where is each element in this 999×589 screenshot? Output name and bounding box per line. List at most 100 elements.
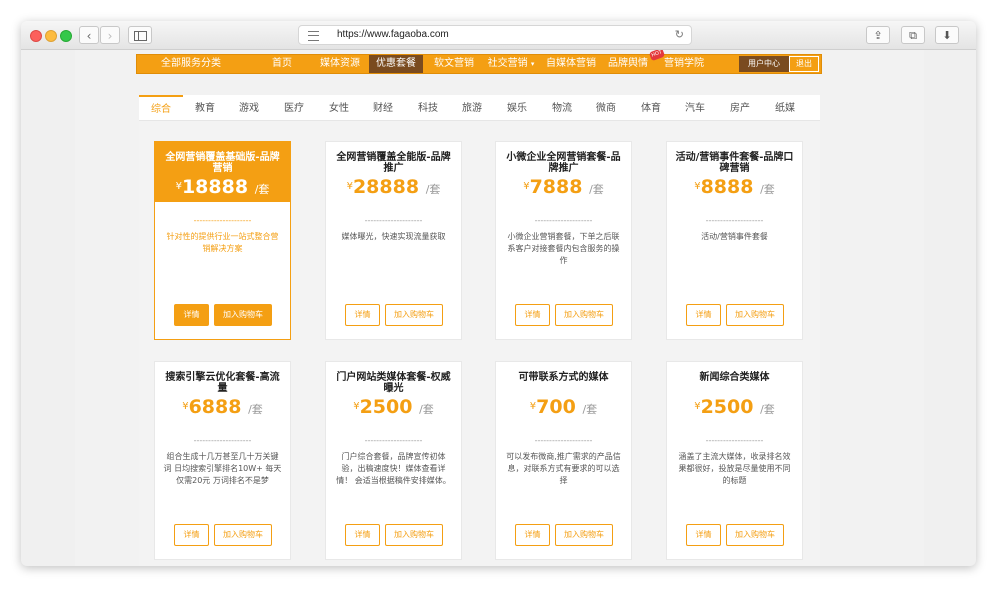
divider: -------------------- [534,436,593,445]
nav-item-home[interactable]: 首页 [267,55,297,73]
nav-item-brand-opinion[interactable]: 品牌舆情 [603,55,653,73]
site-nav: 全部服务分类 首页 媒体资源 优惠套餐 软文营销 社交营销 ▾ 自媒体营销 品牌… [136,50,822,74]
tab-tech[interactable]: 科技 [408,95,448,120]
tabs-icon: ⧉ [909,29,917,42]
package-title: 全网营销覆盖全能版-品牌推广 [336,152,451,174]
add-to-cart-button[interactable]: 加入购物车 [555,304,613,326]
nav-item-social-label: 社交营销 [487,58,528,69]
price-value: 700 [536,396,576,418]
add-to-cart-button[interactable]: 加入购物车 [726,304,784,326]
tab-education[interactable]: 教育 [185,95,225,120]
nav-item-academy[interactable]: 营销学院 [659,55,709,73]
tab-real-estate[interactable]: 房产 [720,95,760,120]
divider: -------------------- [193,216,252,225]
package-title: 新闻综合类媒体 [699,372,770,383]
package-title: 搜索引擎云优化套餐-高流量 [165,372,280,394]
reload-icon[interactable]: ↻ [675,26,684,44]
forward-button[interactable]: › [100,26,120,44]
package-price: ¥2500 /套 [326,396,461,421]
chevron-right-icon: › [107,29,113,43]
package-description: 活动/营销事件套餐 [701,232,768,241]
sidebar-toggle-button[interactable] [128,26,152,44]
price-value: 2500 [700,396,754,418]
reader-icon[interactable] [308,31,319,41]
tab-general[interactable]: 综合 [139,95,183,120]
zoom-window-button[interactable] [60,30,72,42]
tab-finance[interactable]: 财经 [363,95,403,120]
detail-button[interactable]: 详情 [174,524,209,546]
close-window-button[interactable] [30,30,42,42]
detail-button[interactable]: 详情 [686,304,721,326]
divider: -------------------- [364,436,423,445]
price-unit: /套 [760,183,775,196]
add-to-cart-button[interactable]: 加入购物车 [555,524,613,546]
downloads-button[interactable]: ⬇ [935,26,959,44]
tab-logistics[interactable]: 物流 [542,95,582,120]
add-to-cart-button[interactable]: 加入购物车 [214,524,272,546]
tab-print-media[interactable]: 纸媒 [765,95,805,120]
user-center-button[interactable]: 用户中心 [739,56,789,72]
sidebar-icon [133,31,147,41]
divider: -------------------- [364,216,423,225]
nav-item-self-media[interactable]: 自媒体营销 [540,55,602,73]
price-unit: /套 [419,403,434,416]
tab-entertainment[interactable]: 娱乐 [497,95,537,120]
package-price: ¥8888 /套 [667,176,802,201]
package-title: 全网营销覆盖基础版-品牌营销 [165,152,280,174]
package-card[interactable]: 新闻综合类媒体 ¥2500 /套 -------------------- 涵盖… [666,361,803,560]
package-card[interactable]: 小微企业全网营销套餐-品牌推广 ¥7888 /套 ---------------… [495,141,632,340]
address-bar[interactable]: https://www.fagaoba.com ↻ [298,25,692,45]
tab-women[interactable]: 女性 [319,95,359,120]
package-card[interactable]: 门户网站类媒体套餐-权威曝光 ¥2500 /套 ----------------… [325,361,462,560]
nav-item-soft-article[interactable]: 软文营销 [429,55,479,73]
price-value: 7888 [529,176,583,198]
price-unit: /套 [248,403,263,416]
package-price: ¥2500 /套 [667,396,802,421]
add-to-cart-button[interactable]: 加入购物车 [726,524,784,546]
package-price: ¥18888 /套 [155,176,290,201]
detail-button[interactable]: 详情 [515,304,550,326]
all-services-menu[interactable]: 全部服务分类 [161,55,221,73]
nav-item-social[interactable]: 社交营销 ▾ [483,55,539,73]
tab-games[interactable]: 游戏 [229,95,269,120]
back-button[interactable]: ‹ [79,26,99,44]
package-card[interactable]: 全网营销覆盖全能版-品牌推广 ¥28888 /套 ---------------… [325,141,462,340]
package-title: 可带联系方式的媒体 [518,372,609,383]
browser-toolbar: ‹ › https://www.fagaoba.com ↻ ⇪ ⧉ ⬇ [21,21,976,50]
package-card[interactable]: 可带联系方式的媒体 ¥700 /套 -------------------- 可… [495,361,632,560]
tab-wechat-commerce[interactable]: 微商 [586,95,626,120]
price-unit: /套 [254,183,270,196]
nav-item-packages[interactable]: 优惠套餐 [369,55,423,73]
package-card[interactable]: 全网营销覆盖基础版-品牌营销 ¥18888 /套 ---------------… [154,141,291,340]
category-tabs: 综合 教育 游戏 医疗 女性 财经 科技 旅游 娱乐 物流 微商 体育 汽车 房… [139,95,820,121]
minimize-window-button[interactable] [45,30,57,42]
detail-button[interactable]: 详情 [686,524,721,546]
divider: -------------------- [705,436,764,445]
browser-window: ‹ › https://www.fagaoba.com ↻ ⇪ ⧉ ⬇ 全部服务… [21,21,976,566]
tab-sports[interactable]: 体育 [631,95,671,120]
tab-travel[interactable]: 旅游 [452,95,492,120]
detail-button[interactable]: 详情 [174,304,209,326]
package-description: 媒体曝光，快速实现流量获取 [341,232,446,241]
add-to-cart-button[interactable]: 加入购物车 [385,304,443,326]
add-to-cart-button[interactable]: 加入购物车 [214,304,272,326]
add-to-cart-button[interactable]: 加入购物车 [385,524,443,546]
divider: -------------------- [193,436,252,445]
nav-item-media[interactable]: 媒体资源 [315,55,365,73]
detail-button[interactable]: 详情 [515,524,550,546]
package-price: ¥28888 /套 [326,176,461,201]
tab-medical[interactable]: 医疗 [274,95,314,120]
tabs-button[interactable]: ⧉ [901,26,925,44]
divider: -------------------- [534,216,593,225]
divider: -------------------- [705,216,764,225]
price-value: 28888 [352,176,420,198]
package-card[interactable]: 搜索引擎云优化套餐-高流量 ¥6888 /套 -----------------… [154,361,291,560]
package-title: 门户网站类媒体套餐-权威曝光 [336,372,451,394]
share-button[interactable]: ⇪ [866,26,890,44]
package-card[interactable]: 活动/营销事件套餐-品牌口碑营销 ¥8888 /套 --------------… [666,141,803,340]
detail-button[interactable]: 详情 [345,304,380,326]
tab-auto[interactable]: 汽车 [675,95,715,120]
url-text: https://www.fagaoba.com [337,29,449,40]
detail-button[interactable]: 详情 [345,524,380,546]
logout-button[interactable]: 退出 [789,56,819,72]
